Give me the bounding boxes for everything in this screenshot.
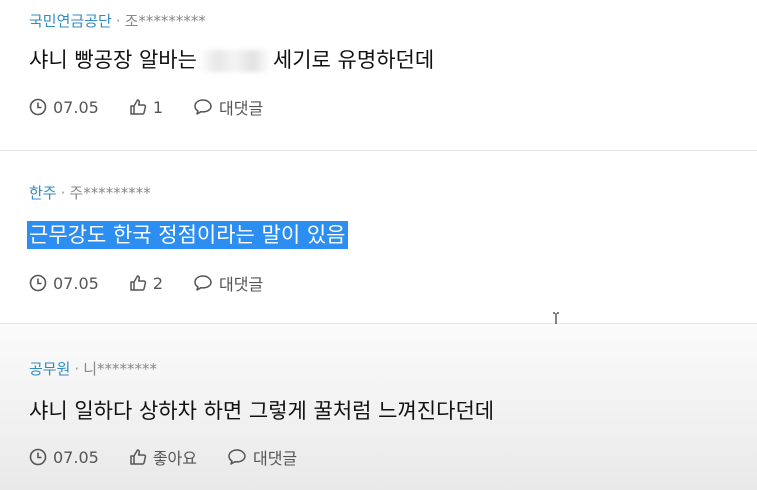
- date-text: 07.05: [53, 447, 99, 467]
- comment-text-part: 샤니 빵공장 알바는: [29, 48, 197, 72]
- reply-label: 대댓글: [252, 449, 298, 468]
- masked-username: 니********: [83, 360, 157, 378]
- speech-bubble-icon: [194, 275, 212, 291]
- thumbs-up-icon: [130, 449, 146, 465]
- date-text: 07.05: [53, 97, 99, 117]
- blurred-region: [198, 50, 271, 72]
- author-name[interactable]: 국민연금공단: [29, 12, 112, 30]
- timestamp: 07.05: [29, 274, 99, 293]
- like-button[interactable]: 2: [129, 274, 163, 293]
- like-label: 좋아요: [152, 449, 197, 468]
- selected-comment-text: 근무강도 한국 정점이라는 말이 있음: [27, 221, 348, 249]
- comment-text: 샤니 빵공장 알바는 세기로 유명하던데: [29, 44, 434, 74]
- timestamp: 07.05: [29, 98, 99, 117]
- author-name[interactable]: 한주: [29, 184, 57, 202]
- date-text: 07.05: [53, 273, 99, 293]
- reply-label: 대댓글: [219, 275, 264, 294]
- comment-meta: 국민연금공단 · 조*********: [29, 10, 206, 31]
- masked-username: 주*********: [69, 184, 151, 202]
- thumbs-up-icon: [130, 275, 146, 291]
- timestamp: 07.05: [29, 448, 99, 467]
- thumbs-up-icon: [130, 99, 146, 115]
- clock-icon: [29, 274, 47, 292]
- reply-button[interactable]: 대댓글: [193, 95, 263, 119]
- comment-text: 샤니 일하다 상하차 하면 그렇게 꿀처럼 느껴진다던데: [29, 395, 494, 425]
- like-count: 2: [152, 273, 163, 293]
- comment-text: 근무강도 한국 정점이라는 말이 있음: [27, 219, 348, 249]
- meta-separator: ·: [115, 12, 121, 30]
- comment-text-part: 세기로 유명하던데: [272, 48, 435, 72]
- comment-item: 국민연금공단 · 조********* 샤니 빵공장 알바는 세기로 유명하던데 07…: [0, 0, 757, 151]
- masked-username: 조*********: [124, 12, 206, 30]
- comment-meta: 한주 · 주*********: [29, 182, 151, 203]
- speech-bubble-icon: [228, 449, 246, 465]
- author-name[interactable]: 공무원: [29, 360, 70, 378]
- comment-item: 한주 · 주********* 근무강도 한국 정점이라는 말이 있음 07.05 …: [0, 151, 757, 324]
- reply-button[interactable]: 대댓글: [227, 445, 297, 469]
- reply-label: 대댓글: [219, 99, 264, 118]
- reply-button[interactable]: 대댓글: [193, 271, 263, 295]
- comment-actions: 07.05 1 대댓글: [29, 95, 293, 119]
- clock-icon: [29, 448, 47, 466]
- comment-actions: 07.05 좋아요 대댓글: [29, 445, 327, 469]
- like-button[interactable]: 1: [129, 98, 163, 117]
- meta-separator: ·: [74, 360, 80, 378]
- comment-text-body: 샤니 일하다 상하차 하면 그렇게 꿀처럼 느껴진다던데: [29, 399, 495, 423]
- speech-bubble-icon: [194, 99, 212, 115]
- comment-meta: 공무원 · 니********: [29, 358, 157, 379]
- comment-actions: 07.05 2 대댓글: [29, 271, 293, 295]
- like-button[interactable]: 좋아요: [129, 445, 197, 469]
- like-count: 1: [152, 97, 163, 117]
- clock-icon: [29, 98, 47, 116]
- meta-separator: ·: [60, 184, 66, 202]
- comment-item: 공무원 · 니******** 샤니 일하다 상하차 하면 그렇게 꿀처럼 느껴진다…: [0, 324, 757, 490]
